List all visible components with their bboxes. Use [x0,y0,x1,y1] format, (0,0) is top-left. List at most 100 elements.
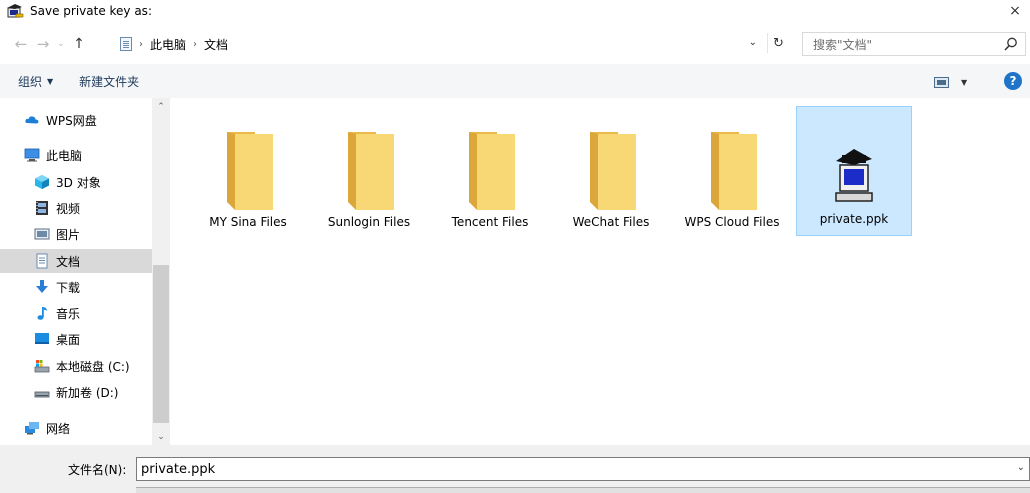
cube-icon [35,175,49,189]
network-icon [25,422,39,435]
putty-key-icon [835,149,873,202]
folder-icon [348,132,394,210]
file-item-private-ppk[interactable]: private.ppk [796,106,912,236]
file-item-wps-cloud-files[interactable]: WPS Cloud Files [674,106,790,236]
picture-icon [34,228,50,240]
save-as-type-select[interactable] [136,487,1030,493]
sidebar-item-label: 本地磁盘 (C:) [56,359,130,374]
recent-locations-button[interactable]: ⌄ [54,32,68,56]
video-icon [36,201,48,215]
caret-down-icon: ▼ [47,76,54,86]
sidebar-item-label: 文档 [56,254,81,269]
putty-key-icon [7,4,24,18]
sidebar-item-label: 图片 [56,227,81,242]
computer-icon [24,148,40,162]
drive-c-icon [34,360,50,373]
sidebar-item-3d-objects[interactable]: 3D 对象 [0,170,152,194]
arrow-left-icon: ← [14,35,28,53]
filename-area: 文件名(N): private.ppk ⌄ [0,445,1030,493]
chevron-right-icon: › [139,38,143,50]
sidebar-item-music[interactable]: 音乐 [0,301,152,325]
command-toolbar: 组织 ▼ 新建文件夹 ▼ ? [0,64,1030,98]
save-dialog: Save private key as: × ← → ⌄ ↑ › 此电脑 › 文… [0,0,1030,493]
scroll-up-button[interactable]: ⌃ [152,98,170,115]
sidebar-item-label: WPS网盘 [46,113,97,128]
chevron-down-icon: ⌄ [57,39,65,49]
filename-label: 文件名(N): [68,463,127,477]
chevron-down-icon: ⌄ [157,431,165,442]
filename-input[interactable]: private.ppk ⌄ [136,457,1030,481]
sidebar-item-videos[interactable]: 视频 [0,196,152,220]
caret-down-icon: ▼ [961,77,968,87]
drive-d-icon [34,391,50,398]
folder-icon [711,132,757,210]
search-input[interactable]: 搜索"文档" [802,32,1026,56]
refresh-icon: ↻ [773,35,784,51]
music-icon [37,307,47,320]
folder-icon [227,132,273,210]
file-item-sunlogin-files[interactable]: Sunlogin Files [311,106,427,236]
sidebar-item-pictures[interactable]: 图片 [0,222,152,246]
address-bar[interactable]: › 此电脑 › 文档 ⌄ [115,32,790,56]
chevron-down-icon[interactable]: ⌄ [1017,462,1025,473]
help-button[interactable]: ? [1004,72,1022,90]
close-icon: × [1009,3,1021,19]
sidebar-scrollbar[interactable]: ⌃ ⌄ [152,98,170,445]
view-icon [934,76,949,88]
navigation-pane: WPS网盘 此电脑 3D 对象 视频 图片 文档 下载 音乐 桌面 本地磁盘 (… [0,98,170,445]
arrow-right-icon: → [36,35,50,53]
search-icon [1004,37,1017,51]
folder-icon [469,132,515,210]
new-folder-label: 新建文件夹 [79,74,140,89]
organize-button[interactable]: 组织 ▼ [18,73,53,90]
chevron-down-icon[interactable]: ⌄ [749,37,757,48]
scroll-down-button[interactable]: ⌄ [152,428,170,445]
up-button[interactable]: ↑ [68,32,90,56]
sidebar-item-desktop[interactable]: 桌面 [0,327,152,351]
help-icon: ? [1009,74,1017,88]
search-placeholder: 搜索"文档" [813,37,873,52]
sidebar-item-this-pc[interactable]: 此电脑 [0,143,152,167]
file-name: Tencent Files [451,215,529,229]
arrow-up-icon: ↑ [73,36,85,52]
sidebar-item-drive-c[interactable]: 本地磁盘 (C:) [0,354,152,378]
sidebar-item-label: 音乐 [56,306,81,321]
change-view-button[interactable]: ▼ [934,74,974,90]
sidebar-item-label: 网络 [46,421,71,436]
close-button[interactable]: × [1000,0,1030,22]
file-name: private.ppk [819,212,889,226]
sidebar-item-label: 视频 [56,201,81,216]
sidebar-item-wps-cloud[interactable]: WPS网盘 [0,108,152,132]
refresh-button[interactable]: ↻ [767,33,789,53]
download-icon [36,280,48,293]
document-icon [120,37,132,51]
desktop-icon [35,333,49,344]
sidebar-item-drive-d[interactable]: 新加卷 (D:) [0,380,152,404]
organize-label: 组织 [18,74,43,89]
sidebar-item-label: 3D 对象 [56,175,101,190]
chevron-up-icon: ⌃ [157,101,165,112]
new-folder-button[interactable]: 新建文件夹 [79,73,139,90]
forward-button[interactable]: → [32,32,54,56]
document-icon [36,253,48,269]
sidebar-item-label: 桌面 [56,332,81,347]
back-button[interactable]: ← [10,32,32,56]
sidebar-item-label: 新加卷 (D:) [56,385,119,400]
cloud-icon [25,116,39,124]
sidebar-item-documents[interactable]: 文档 [0,249,152,273]
sidebar-item-downloads[interactable]: 下载 [0,275,152,299]
file-item-wechat-files[interactable]: WeChat Files [553,106,669,236]
file-name: WPS Cloud Files [684,215,780,229]
breadcrumb-this-pc[interactable]: 此电脑 [150,36,186,53]
file-item-my-sina-files[interactable]: MY Sina Files [190,106,306,236]
scroll-thumb[interactable] [153,265,169,423]
file-name: Sunlogin Files [327,215,411,229]
file-name: MY Sina Files [209,215,287,229]
breadcrumb-documents[interactable]: 文档 [204,36,228,53]
folder-icon [590,132,636,210]
sidebar-item-label: 此电脑 [46,148,83,163]
file-item-tencent-files[interactable]: Tencent Files [432,106,548,236]
sidebar-item-label: 下载 [56,280,81,295]
chevron-right-icon: › [193,38,198,50]
sidebar-item-network[interactable]: 网络 [0,416,152,440]
